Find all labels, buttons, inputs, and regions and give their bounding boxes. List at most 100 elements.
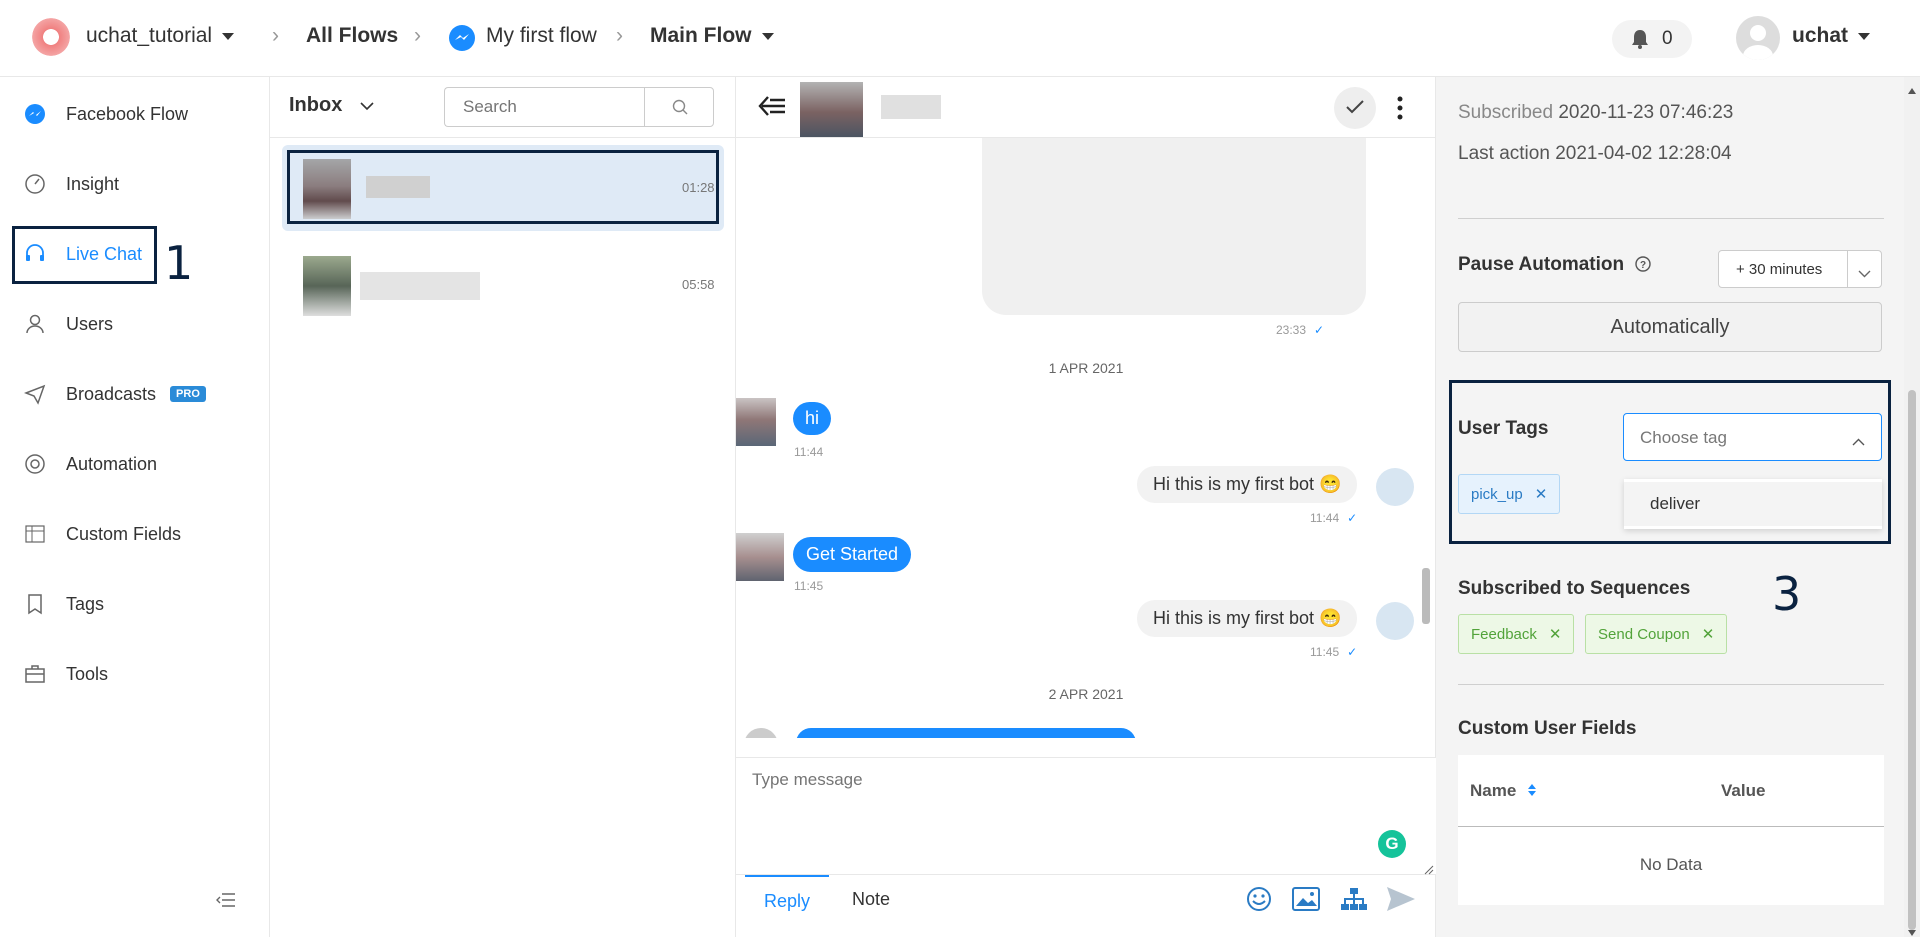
back-arrow-icon[interactable]	[758, 95, 786, 122]
sidebar-item-label: Broadcasts	[66, 383, 157, 404]
date-divider: 1 APR 2021	[1048, 360, 1124, 376]
composer-toolbar: Reply Note	[736, 874, 1436, 937]
inbox-title: Inbox	[289, 94, 343, 116]
avatar	[800, 82, 863, 137]
inbox-header: Inbox	[270, 77, 735, 138]
sidebar-item-tools[interactable]: Tools	[24, 654, 108, 694]
incoming-message: Get Started	[793, 537, 912, 572]
pro-badge: PRO	[170, 386, 206, 402]
chevron-down-icon	[1858, 265, 1871, 283]
pause-duration-select[interactable]: + 30 minutes	[1718, 250, 1882, 288]
message-time: 11:44 ✓	[1310, 511, 1358, 525]
conversation-time: 01:28	[682, 180, 715, 195]
sidebar-item-label: Tags	[66, 593, 105, 614]
collapse-sidebar-icon[interactable]	[216, 892, 236, 913]
sequence-chip: Send Coupon ✕	[1585, 614, 1728, 654]
image-message-placeholder	[982, 138, 1366, 315]
close-icon[interactable]: ✕	[1535, 485, 1548, 503]
chevron-down-icon	[761, 32, 774, 40]
sequence-chip: Feedback ✕	[1458, 614, 1575, 654]
table-header: Name Value	[1458, 755, 1884, 827]
avatar[interactable]	[1736, 16, 1780, 60]
check-icon	[1346, 100, 1364, 119]
image-upload-icon[interactable]	[1292, 887, 1320, 916]
tag-option[interactable]: deliver	[1624, 482, 1882, 526]
message-list[interactable]: 23:33 ✓ 1 APR 2021 hi 11:44 Hi this is my…	[736, 138, 1436, 738]
chat-header	[736, 77, 1435, 138]
chat-scrollbar[interactable]	[1419, 138, 1433, 738]
contact-name-blurred	[881, 95, 941, 119]
automatically-button[interactable]: Automatically	[1458, 302, 1882, 352]
notifications-button[interactable]: 0	[1612, 20, 1692, 58]
sidebar-item-label: Users	[66, 313, 114, 334]
chevron-down-icon	[360, 94, 374, 117]
send-icon[interactable]	[1386, 886, 1416, 917]
sidebar-item-facebook-flow[interactable]: Facebook Flow	[24, 94, 188, 134]
sidebar-item-tags[interactable]: Tags	[24, 584, 104, 624]
search-input[interactable]	[444, 87, 644, 127]
breadcrumb-all-flows[interactable]: All Flows	[306, 24, 398, 48]
message-input[interactable]	[736, 757, 1436, 874]
tag-dropdown: deliver	[1624, 479, 1882, 529]
notification-count: 0	[1662, 28, 1673, 49]
paper-plane-icon	[24, 383, 46, 405]
pause-automation-label: Pause Automation ?	[1458, 254, 1652, 278]
mark-done-button[interactable]	[1334, 87, 1376, 129]
tab-reply[interactable]: Reply	[745, 875, 829, 923]
sidebar-item-label: Tools	[66, 663, 109, 684]
tag-select-placeholder: Choose tag	[1640, 428, 1727, 447]
list-item[interactable]: 05:58	[282, 242, 724, 328]
sidebar: Facebook Flow Insight Live Chat Users Br…	[0, 77, 270, 937]
grammarly-icon[interactable]: G	[1378, 830, 1406, 858]
no-data-text: No Data	[1639, 855, 1703, 874]
emoji-icon[interactable]	[1246, 886, 1272, 917]
user-icon	[24, 313, 46, 335]
svg-text:?: ?	[1640, 260, 1646, 271]
resize-handle-icon[interactable]	[1424, 862, 1434, 875]
flow-tree-icon[interactable]	[1340, 887, 1368, 916]
scroll-thumb[interactable]	[1908, 390, 1916, 930]
tab-note[interactable]: Note	[852, 889, 890, 910]
sequence-label: Send Coupon	[1598, 625, 1690, 643]
user-menu[interactable]: uchat	[1792, 24, 1871, 48]
close-icon[interactable]: ✕	[1702, 625, 1715, 643]
avatar	[736, 533, 784, 581]
help-icon[interactable]: ?	[1635, 256, 1652, 278]
tag-select[interactable]: Choose tag	[1623, 413, 1882, 461]
more-options-icon[interactable]	[1397, 95, 1403, 121]
breadcrumb-flow[interactable]: My first flow	[486, 24, 597, 48]
chevron-down-icon	[222, 32, 235, 40]
sidebar-item-custom-fields[interactable]: Custom Fields	[24, 514, 181, 554]
avatar	[303, 159, 351, 219]
page-scrollbar[interactable]	[1904, 77, 1920, 937]
custom-fields-table: Name Value No Data	[1458, 755, 1884, 905]
column-header-name[interactable]: Name	[1470, 781, 1537, 802]
inbox-filter[interactable]: Inbox	[289, 94, 374, 117]
user-name: uchat	[1792, 24, 1849, 47]
workspace-switcher[interactable]: uchat_tutorial	[86, 24, 235, 48]
subscribed-info: Subscribed 2020-11-23 07:46:23	[1458, 102, 1734, 123]
subflow-switcher[interactable]: Main Flow	[650, 24, 774, 48]
gauge-icon	[24, 173, 46, 195]
sidebar-item-insight[interactable]: Insight	[24, 164, 119, 204]
message-time: 23:33 ✓	[1276, 323, 1325, 337]
annotation-number: 1	[164, 236, 194, 290]
sidebar-item-broadcasts[interactable]: Broadcasts PRO	[24, 374, 206, 414]
sidebar-item-users[interactable]: Users	[24, 304, 113, 344]
outgoing-message: Hi this is my first bot 😁	[1137, 600, 1358, 637]
search-button[interactable]	[644, 87, 714, 127]
incoming-message: hi	[793, 402, 832, 435]
toolbox-icon	[24, 663, 46, 685]
date-divider: 2 APR 2021	[1048, 686, 1124, 702]
sort-icon	[1527, 782, 1537, 802]
messenger-icon	[449, 25, 475, 51]
user-id-partial	[1458, 68, 1718, 82]
sidebar-item-automation[interactable]: Automation	[24, 444, 157, 484]
close-icon[interactable]: ✕	[1549, 625, 1562, 643]
list-item[interactable]: 01:28	[282, 145, 724, 231]
contact-name-blurred	[360, 272, 480, 300]
sidebar-item-label: Automation	[66, 453, 158, 474]
sidebar-item-label: Custom Fields	[66, 523, 182, 544]
user-tags-label: User Tags	[1458, 418, 1549, 439]
contact-name-blurred	[366, 176, 430, 198]
